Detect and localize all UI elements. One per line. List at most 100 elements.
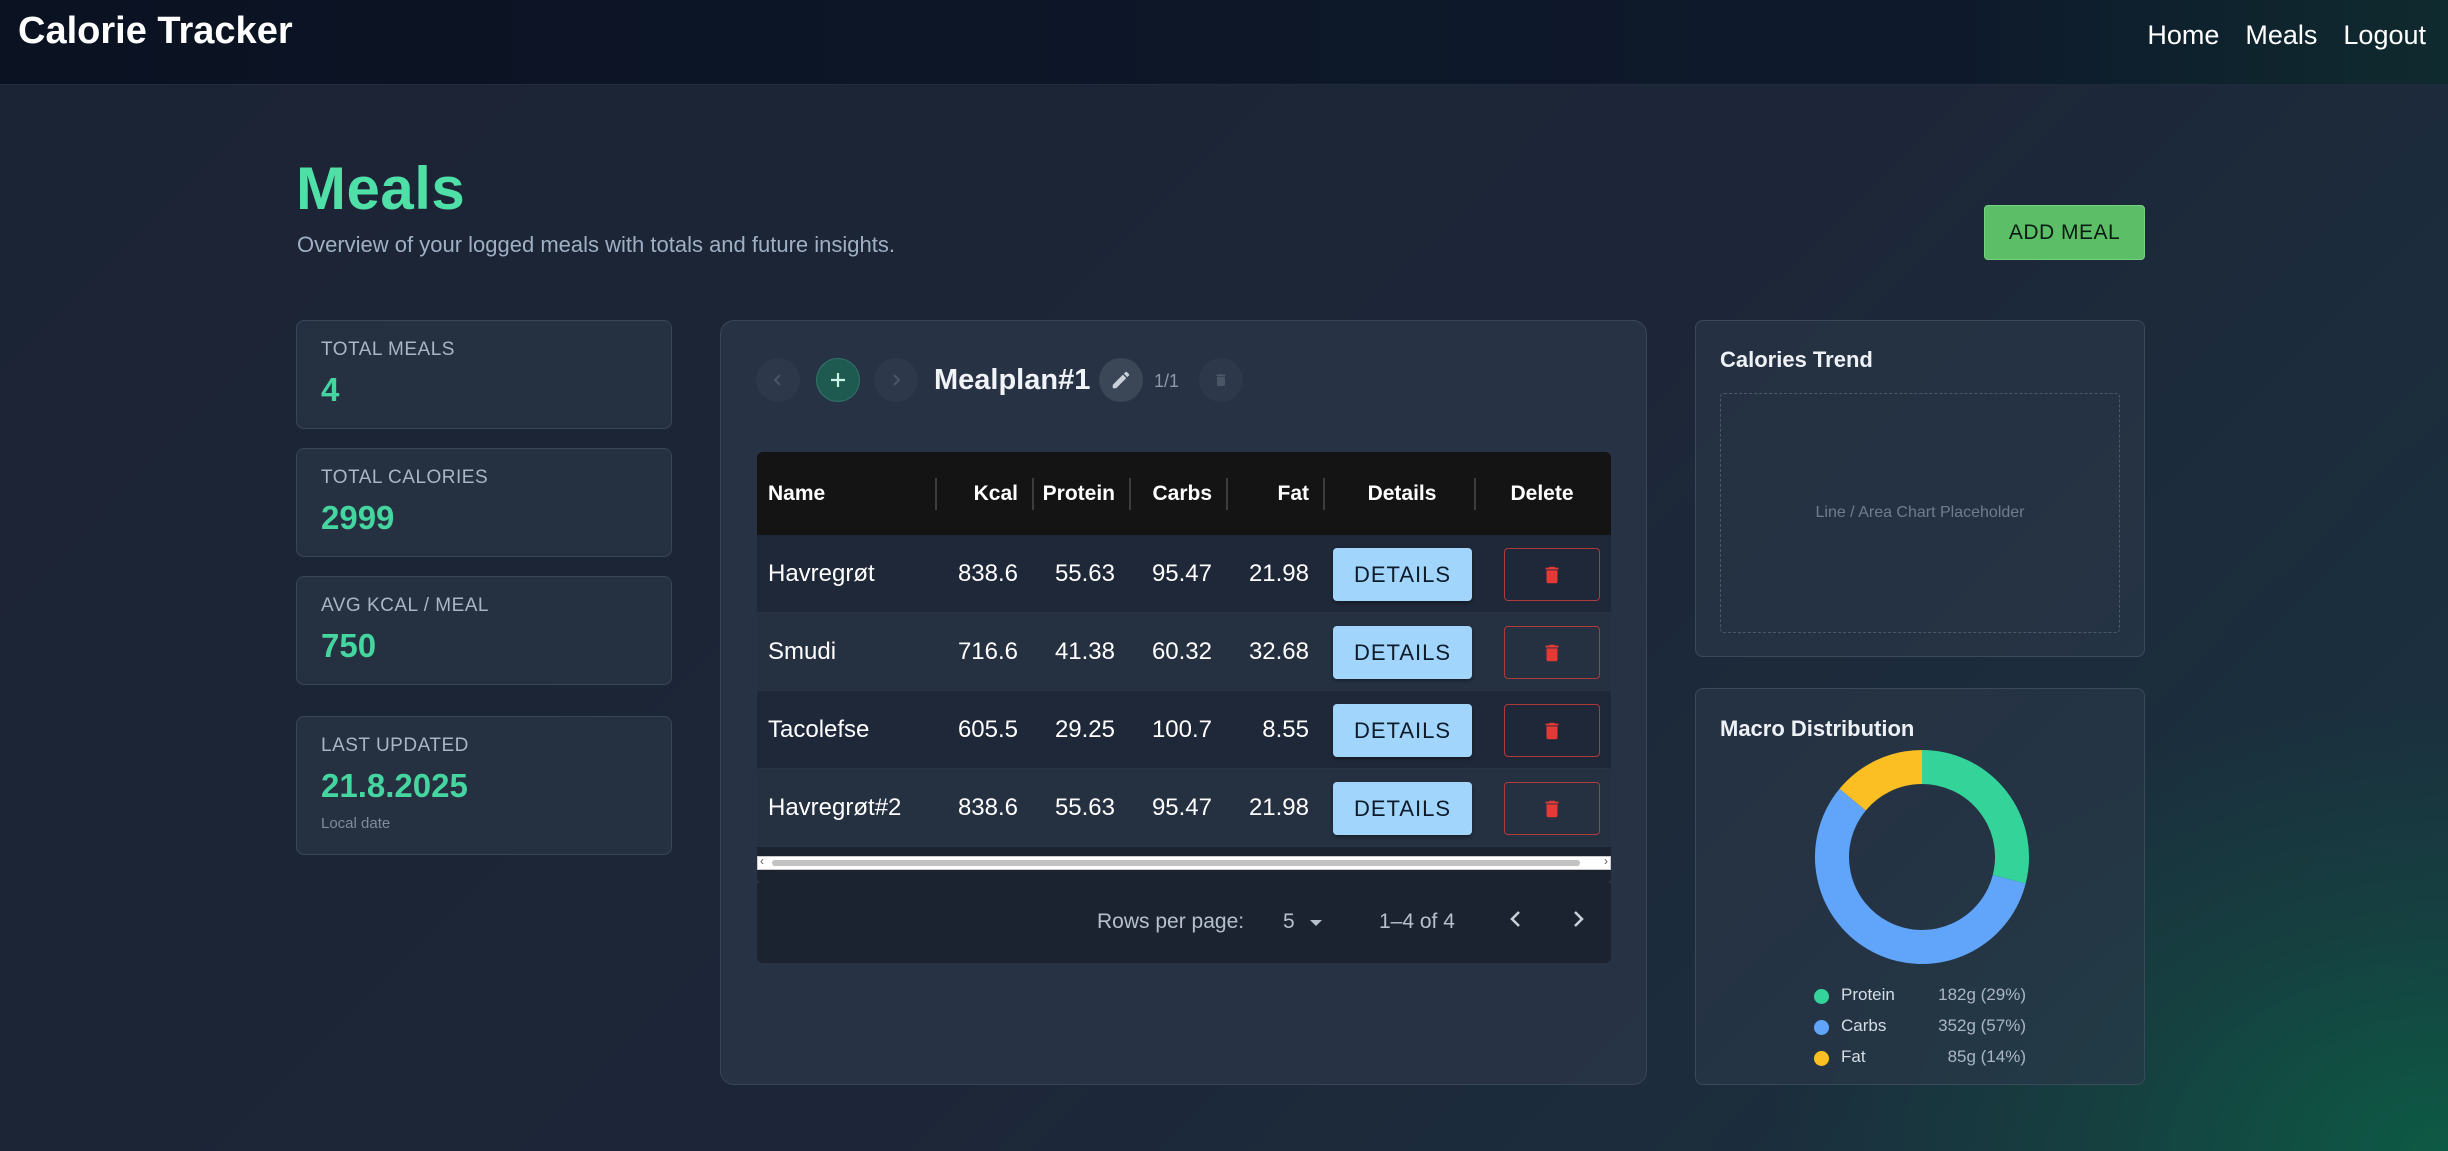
column-separator [1226, 478, 1228, 510]
nav-meals-link[interactable]: Meals [2245, 20, 2317, 51]
stat-value: 21.8.2025 [321, 767, 468, 804]
cell-kcal: 838.6 [957, 794, 1018, 821]
cell-protein: 55.63 [1054, 560, 1115, 587]
caret-down-icon [1309, 920, 1322, 926]
plus-icon [831, 373, 845, 387]
cell-carbs: 60.32 [1151, 638, 1212, 665]
delete-meal-button[interactable] [1504, 626, 1600, 679]
stat-card-avg-kcal: AVG KCAL / MEAL 750 [296, 576, 672, 685]
cell-carbs: 95.47 [1151, 560, 1212, 587]
legend-dot [1814, 1020, 1829, 1035]
mealplan-page-indicator: 1/1 [1154, 371, 1180, 391]
details-button[interactable]: DETAILS [1333, 704, 1472, 757]
page-title: Meals [296, 155, 466, 222]
cell-name: Smudi [768, 638, 837, 665]
app-title: Calorie Tracker [18, 10, 293, 52]
macro-distribution-card: Macro Distribution Protein 182g (29%) Ca… [1695, 688, 2145, 1085]
rows-per-page-select[interactable]: 5 [1283, 910, 1323, 934]
stat-card-total-calories: TOTAL CALORIES 2999 [296, 448, 672, 557]
cell-fat: 21.98 [1248, 794, 1309, 821]
cell-kcal: 716.6 [957, 638, 1018, 665]
table-row: Tacolefse 605.5 29.25 100.7 8.55 DETAILS [757, 691, 1611, 769]
cell-carbs: 95.47 [1151, 794, 1212, 821]
cell-protein: 55.63 [1054, 794, 1115, 821]
column-separator [1474, 478, 1476, 510]
table-pagination: Rows per page: 5 1–4 of 4 [757, 883, 1611, 963]
legend-dot [1814, 989, 1829, 1004]
column-header-carbs[interactable]: Carbs [1132, 452, 1212, 535]
stat-note: Local date [321, 815, 391, 832]
column-header-protein[interactable]: Protein [1035, 452, 1115, 535]
delete-meal-button[interactable] [1504, 548, 1600, 601]
column-header-details: Details [1367, 482, 1437, 505]
nav-home-link[interactable]: Home [2147, 20, 2219, 51]
macro-distribution-title: Macro Distribution [1720, 716, 1915, 741]
trash-icon [1545, 722, 1559, 739]
delete-meal-button[interactable] [1504, 782, 1600, 835]
stat-value: 750 [321, 627, 377, 664]
column-header-kcal[interactable]: Kcal [938, 452, 1018, 535]
column-separator [1323, 478, 1325, 510]
donut-slice-carbs [1815, 788, 2026, 964]
stat-value: 4 [321, 371, 340, 408]
column-separator [1032, 478, 1034, 510]
donut-slice-protein [1921, 750, 2029, 884]
column-header-delete: Delete [1510, 482, 1574, 505]
table-row: Havregrøt 838.6 55.63 95.47 21.98 DETAIL… [757, 535, 1611, 613]
macro-donut-chart [1815, 750, 2029, 964]
scroll-left-arrow-icon[interactable]: ‹ [760, 854, 764, 868]
column-separator [935, 478, 937, 510]
legend-label: Protein [1841, 985, 1895, 1004]
trash-icon [1199, 358, 1243, 402]
column-header-fat[interactable]: Fat [1229, 452, 1310, 535]
top-bar: Calorie Tracker Home Meals Logout [0, 0, 2448, 85]
trash-icon [1545, 800, 1559, 817]
add-meal-button[interactable]: ADD MEAL [1984, 205, 2145, 260]
cell-kcal: 838.6 [957, 560, 1018, 587]
cell-fat: 8.55 [1262, 716, 1309, 743]
column-header-name[interactable]: Name [768, 452, 825, 535]
main-nav: Home Meals Logout [2147, 20, 2426, 51]
trash-icon [1545, 566, 1559, 583]
chart-placeholder: Line / Area Chart Placeholder [1720, 393, 2120, 633]
stat-card-last-updated: LAST UPDATED 21.8.2025 Local date [296, 716, 672, 855]
legend-label: Carbs [1841, 1016, 1887, 1035]
legend-label: Fat [1841, 1047, 1866, 1066]
legend-dot [1814, 1051, 1829, 1066]
meals-table: Name Kcal Protein Carbs Fat Details Dele… [757, 452, 1611, 883]
page-subtitle: Overview of your logged meals with total… [297, 232, 895, 257]
cell-fat: 21.98 [1248, 560, 1309, 587]
next-page-button[interactable] [1569, 905, 1587, 937]
stat-label: LAST UPDATED [321, 735, 469, 756]
stat-value: 2999 [321, 499, 395, 536]
stat-label: TOTAL MEALS [321, 339, 455, 360]
chevron-left-icon [756, 358, 800, 402]
pagination-range: 1–4 of 4 [1379, 910, 1455, 933]
details-button[interactable]: DETAILS [1333, 782, 1472, 835]
delete-meal-button[interactable] [1504, 704, 1600, 757]
chevron-right-icon [874, 358, 918, 402]
table-row: Havregrøt#2 838.6 55.63 95.47 21.98 DETA… [757, 769, 1611, 847]
donut-slice-fat [1839, 750, 1923, 811]
scrollbar-thumb[interactable] [772, 860, 1580, 866]
details-button[interactable]: DETAILS [1333, 548, 1472, 601]
table-row: Smudi 716.6 41.38 60.32 32.68 DETAILS [757, 613, 1611, 691]
nav-logout-link[interactable]: Logout [2343, 20, 2426, 51]
legend-value: 352g (57%) [1938, 1016, 2026, 1035]
rows-per-page-label: Rows per page: [1097, 910, 1245, 933]
legend-value: 182g (29%) [1938, 985, 2026, 1004]
rows-per-page-value: 5 [1283, 910, 1295, 933]
legend-value: 85g (14%) [1947, 1047, 2026, 1066]
scroll-right-arrow-icon[interactable]: › [1604, 854, 1608, 868]
cell-carbs: 100.7 [1151, 716, 1212, 743]
cell-name: Havregrøt [768, 560, 875, 587]
previous-page-button[interactable] [1507, 905, 1525, 937]
mealplan-panel: Mealplan#1 1/1 Name Kcal Protein Carbs F… [720, 320, 1647, 1085]
add-mealplan-button[interactable] [816, 358, 860, 402]
calories-trend-title: Calories Trend [1720, 347, 1873, 372]
edit-mealplan-button[interactable] [1099, 358, 1143, 402]
cell-name: Havregrøt#2 [768, 794, 902, 821]
details-button[interactable]: DETAILS [1333, 626, 1472, 679]
cell-fat: 32.68 [1248, 638, 1309, 665]
horizontal-scrollbar[interactable]: ‹ › [757, 854, 1611, 870]
